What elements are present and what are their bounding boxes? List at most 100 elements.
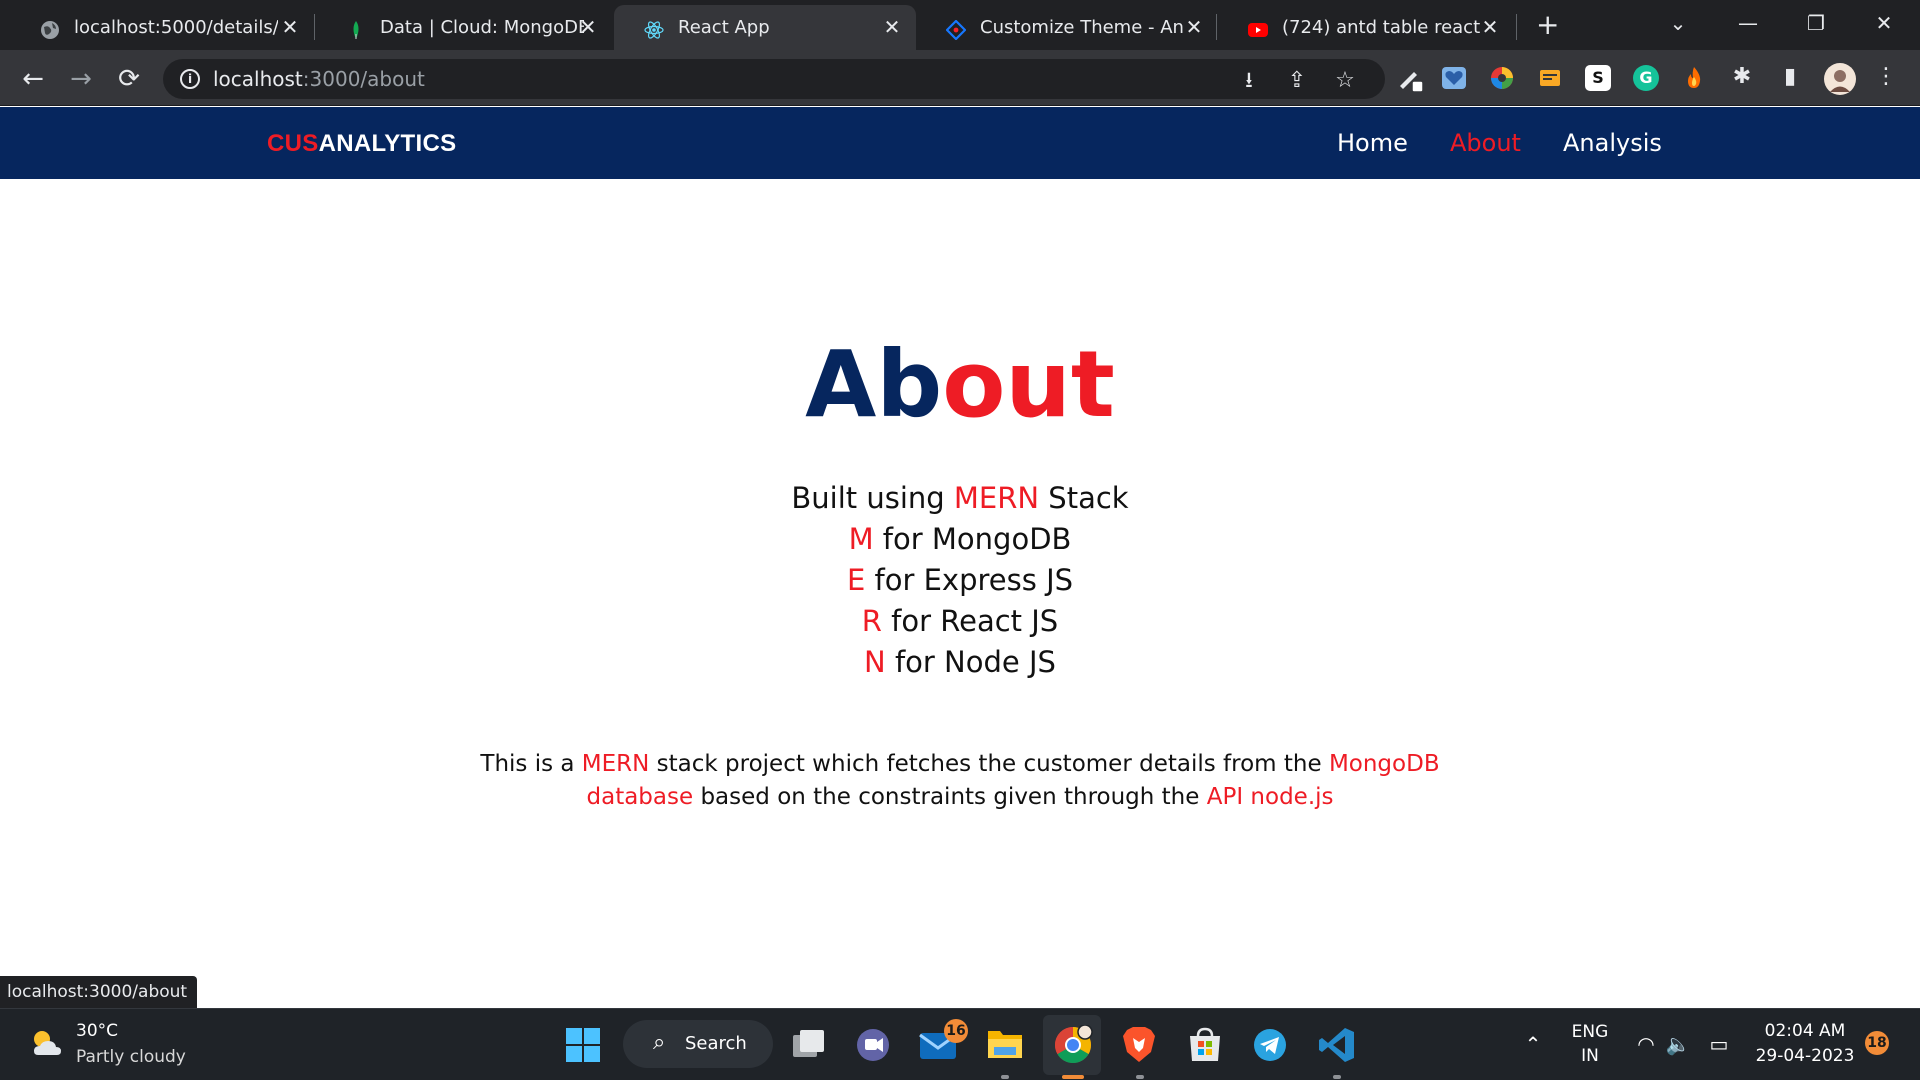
app-navbar: CUSANALYTICS Home About Analysis — [0, 107, 1920, 179]
telegram-icon[interactable] — [1253, 1028, 1287, 1062]
address-bar[interactable]: i localhost:3000/about ⭳ ⇪ ☆ — [163, 59, 1385, 99]
tab-separator — [314, 14, 315, 40]
avatar[interactable] — [1824, 63, 1856, 95]
extensions-puzzle-icon[interactable]: ✱ — [1730, 65, 1754, 89]
tab-mongodb-cloud[interactable]: Data | Cloud: MongoDB C ✕ — [316, 5, 616, 50]
nav-link-home[interactable]: Home — [1337, 129, 1408, 157]
tab-title: React App — [678, 17, 770, 38]
search-label: Search — [685, 1033, 747, 1054]
close-icon[interactable]: ✕ — [882, 17, 902, 37]
share-icon[interactable]: ⇪ — [1285, 69, 1309, 93]
line-text: Built using — [791, 481, 954, 515]
windows-start-icon[interactable] — [565, 1027, 601, 1063]
colorwheel-extension-icon[interactable] — [1489, 65, 1515, 91]
tab-title: Data | Cloud: MongoDB C — [380, 17, 584, 38]
file-explorer-icon[interactable] — [986, 1027, 1024, 1061]
show-hidden-icons-chevron[interactable]: ⌃ — [1520, 1031, 1546, 1057]
mail-badge: 16 — [944, 1019, 968, 1043]
vscode-icon[interactable] — [1318, 1026, 1356, 1064]
chrome-icon[interactable] — [1053, 1025, 1093, 1065]
line-highlight: M — [848, 522, 874, 556]
battery-icon[interactable]: ▭ — [1706, 1031, 1732, 1057]
region-indicator[interactable]: IN — [1568, 1046, 1612, 1066]
reload-button[interactable]: ⟳ — [114, 64, 144, 94]
install-app-icon[interactable]: ⭳ — [1237, 69, 1261, 93]
weather-description[interactable]: Partly cloudy — [76, 1047, 186, 1067]
close-icon[interactable]: ✕ — [578, 17, 598, 37]
brand-logo[interactable]: CUSANALYTICS — [267, 130, 456, 158]
title-part-1: Ab — [805, 331, 943, 438]
clock-date[interactable]: 29-04-2023 — [1752, 1046, 1858, 1066]
close-icon[interactable]: ✕ — [1184, 17, 1204, 37]
stack-line: N for Node JS — [0, 642, 1920, 683]
running-indicator — [1333, 1075, 1341, 1079]
browser-toolbar: ← → ⟳ i localhost:3000/about ⭳ ⇪ ☆ S G ✱… — [0, 50, 1920, 106]
tab-react-app[interactable]: React App ✕ — [614, 5, 916, 50]
pen-extension-icon[interactable] — [1396, 64, 1426, 94]
tab-localhost-5000[interactable]: localhost:5000/details/qu ✕ — [10, 5, 310, 50]
language-indicator[interactable]: ENG — [1568, 1022, 1612, 1042]
s-extension-icon[interactable]: S — [1585, 65, 1611, 91]
desc-text: based on the constraints given through t… — [693, 784, 1207, 810]
nav-link-about[interactable]: About — [1450, 129, 1521, 157]
search-icon: ⌕ — [653, 1030, 666, 1055]
side-panel-icon[interactable]: ▮ — [1778, 65, 1802, 89]
brave-icon[interactable] — [1121, 1026, 1157, 1064]
tab-title: (724) antd table react tuto — [1282, 17, 1486, 38]
youtube-icon — [1248, 23, 1268, 37]
line-text: for Express JS — [865, 563, 1074, 597]
weather-temperature[interactable]: 30°C — [76, 1021, 118, 1041]
url-host: localhost — [213, 67, 303, 91]
brand-part-1: CUS — [267, 130, 319, 157]
notification-badge[interactable]: 18 — [1865, 1031, 1889, 1055]
stack-line: E for Express JS — [0, 560, 1920, 601]
link-status-bubble: localhost:3000/about — [0, 976, 198, 1008]
restore-button[interactable]: ❐ — [1796, 8, 1836, 38]
task-view-icon[interactable] — [790, 1026, 828, 1064]
microsoft-store-icon[interactable] — [1186, 1026, 1224, 1064]
close-icon[interactable]: ✕ — [280, 17, 300, 37]
line-text: for React JS — [881, 604, 1059, 638]
back-button[interactable]: ← — [18, 64, 48, 94]
title-part-2: out — [942, 331, 1115, 438]
close-window-button[interactable]: ✕ — [1864, 8, 1904, 38]
url-path: :3000/about — [302, 67, 425, 91]
url-text[interactable]: localhost:3000/about — [213, 67, 425, 91]
stack-line: Built using MERN Stack — [0, 478, 1920, 519]
tab-separator — [1216, 14, 1217, 40]
line-highlight: R — [861, 604, 882, 638]
desc-highlight: API node.js — [1206, 784, 1334, 810]
tab-separator — [1516, 14, 1517, 40]
wifi-icon[interactable]: ◠ — [1633, 1031, 1659, 1057]
teams-chat-icon[interactable] — [854, 1026, 892, 1064]
tab-youtube[interactable]: (724) antd table react tuto ✕ — [1218, 5, 1518, 50]
new-tab-button[interactable]: + — [1536, 11, 1559, 39]
clock-time[interactable]: 02:04 AM — [1752, 1021, 1858, 1041]
volume-icon[interactable]: 🔈 — [1665, 1031, 1691, 1057]
line-text: for MongoDB — [873, 522, 1072, 556]
active-indicator — [1062, 1075, 1084, 1079]
nav-link-analysis[interactable]: Analysis — [1563, 129, 1662, 157]
page-title: About — [0, 330, 1920, 440]
forward-button[interactable]: → — [66, 64, 96, 94]
taskbar-search[interactable]: ⌕ Search — [623, 1020, 773, 1068]
minimize-button[interactable]: — — [1728, 8, 1768, 38]
line-highlight: E — [846, 563, 866, 597]
partly-cloudy-icon[interactable] — [28, 1025, 66, 1063]
close-icon[interactable]: ✕ — [1480, 17, 1500, 37]
tab-title: localhost:5000/details/qu — [74, 17, 278, 38]
notes-extension-icon[interactable] — [1538, 66, 1562, 90]
site-info-icon[interactable]: i — [180, 69, 200, 89]
running-indicator — [1001, 1075, 1009, 1079]
browser-menu-icon[interactable]: ⋮ — [1874, 65, 1898, 89]
tab-ant-design-theme[interactable]: Customize Theme - Ant D ✕ — [916, 5, 1216, 50]
browser-tab-strip: localhost:5000/details/qu ✕ Data | Cloud… — [0, 0, 1920, 50]
stack-line: M for MongoDB — [0, 519, 1920, 560]
tab-search-icon[interactable]: ⌄ — [1658, 8, 1698, 38]
bookmark-star-icon[interactable]: ☆ — [1333, 69, 1357, 93]
grammarly-extension-icon[interactable]: G — [1633, 65, 1659, 91]
heart-extension-icon[interactable] — [1441, 65, 1467, 91]
desc-highlight: MERN — [581, 751, 650, 777]
fire-extension-icon[interactable] — [1681, 65, 1707, 91]
line-text: for Node JS — [885, 645, 1056, 679]
